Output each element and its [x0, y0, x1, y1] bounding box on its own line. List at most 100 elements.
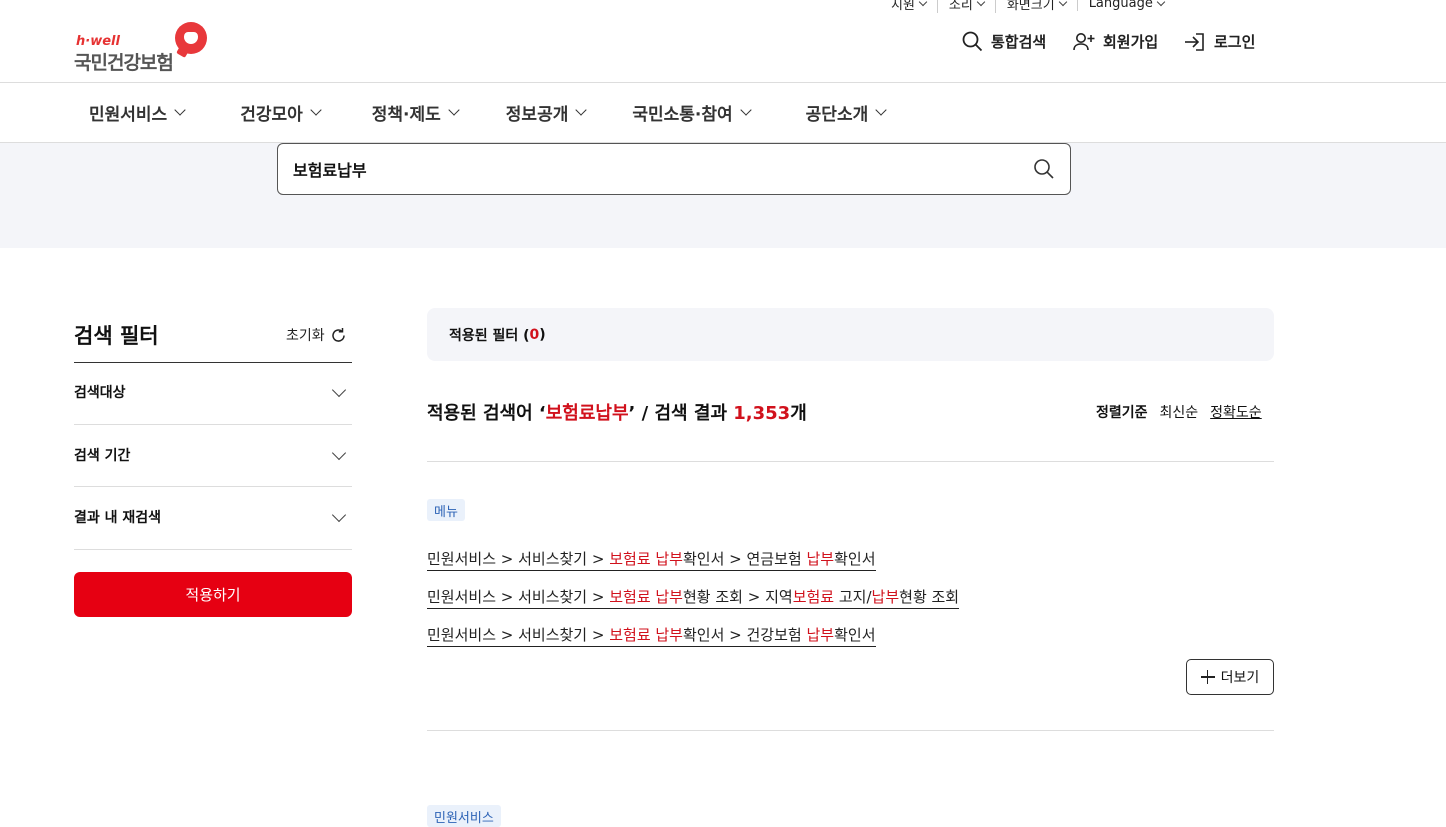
heart-icon — [175, 22, 207, 54]
category-tag-menu: 메뉴 — [427, 499, 465, 521]
utility-bar: 지원 소리 화면크기 Language — [880, 0, 1175, 13]
path-text: 현황 조회 — [899, 588, 960, 606]
utility-sound[interactable]: 소리 — [936, 0, 995, 13]
filter-section-research[interactable]: 결과 내 재검색 — [74, 507, 352, 527]
more-button[interactable]: 더보기 — [1186, 659, 1274, 695]
utility-sound-label: 소리 — [948, 0, 973, 13]
path-highlight: 납부 — [806, 626, 835, 644]
sort-accuracy[interactable]: 정확도순 — [1210, 402, 1262, 422]
chevron-down-icon — [875, 103, 887, 116]
path-text: 민원서비스 > 서비스찾기 > — [427, 626, 610, 644]
filter-section-label: 검색 기간 — [74, 448, 131, 464]
apply-filter-button[interactable]: 적용하기 — [74, 572, 352, 617]
path-text: 민원서비스 > 서비스찾기 > — [427, 550, 610, 568]
summary-middle: ’ / 검색 결과 — [628, 403, 734, 424]
main-navigation: 민원서비스 건강모아 정책·제도 정보공개 국민소통·참여 공단소개 — [89, 97, 941, 127]
search-input[interactable] — [293, 159, 1033, 179]
logo-name: 국민건강보험 — [74, 52, 174, 74]
path-text: 확인서 > 연금보험 — [683, 550, 807, 568]
nav-item-info[interactable]: 정보공개 — [505, 100, 588, 125]
header-divider — [0, 82, 1446, 83]
chevron-down-icon — [1156, 0, 1166, 6]
login-button[interactable]: 로그인 — [1184, 31, 1255, 52]
results-divider — [427, 730, 1274, 731]
nav-item-health[interactable]: 건강모아 — [240, 100, 322, 125]
summary-prefix: 적용된 검색어 ‘ — [427, 403, 546, 424]
integrated-search-button[interactable]: 통합검색 — [962, 31, 1046, 52]
chevron-down-icon — [448, 103, 460, 116]
search-box — [277, 143, 1071, 195]
path-text: 현황 조회 > 지역 — [683, 588, 793, 606]
chevron-down-icon — [174, 103, 186, 116]
nav-item-about[interactable]: 공단소개 — [805, 100, 887, 125]
path-highlight: 납부 — [871, 588, 900, 606]
utility-support[interactable]: 지원 — [880, 0, 937, 13]
path-highlight: 보험료 납부 — [609, 626, 683, 644]
chevron-down-icon — [918, 0, 928, 6]
result-link[interactable]: 민원서비스 > 서비스찾기 > 보험료 납부현황 조회 > 지역보험료 고지/납… — [427, 586, 960, 609]
nav-item-civil-service[interactable]: 민원서비스 — [89, 100, 186, 125]
filter-divider — [74, 424, 352, 425]
applied-filter-label: 적용된 필터 ( — [449, 327, 530, 344]
signup-button[interactable]: 회원가입 — [1073, 31, 1158, 52]
utility-screen-size[interactable]: 화면크기 — [994, 0, 1077, 13]
chevron-down-icon — [331, 382, 347, 398]
nav-item-label: 공단소개 — [805, 104, 869, 125]
summary-suffix: 개 — [790, 403, 807, 424]
utility-language-label: Language — [1088, 0, 1153, 11]
path-highlight: 보험료 납부 — [609, 550, 683, 568]
filter-section-label: 검색대상 — [74, 385, 126, 401]
applied-filters: 적용된 필터 (0) — [427, 308, 1274, 361]
more-label: 더보기 — [1220, 670, 1260, 686]
plus-icon — [1200, 670, 1215, 684]
logo-brand: h·well — [76, 34, 120, 49]
chevron-down-icon — [1058, 0, 1067, 6]
search-summary: 적용된 검색어 ‘보험료납부’ / 검색 결과 1,353개 — [427, 399, 807, 425]
path-text: 고지/ — [834, 588, 872, 606]
refresh-icon — [331, 327, 345, 342]
path-highlight: 보험료 — [792, 588, 835, 606]
chevron-down-icon — [575, 103, 588, 116]
sort-latest[interactable]: 최신순 — [1160, 402, 1199, 422]
summary-count: 1,353 — [733, 403, 791, 424]
filter-reset-label: 초기화 — [286, 328, 325, 344]
chevron-down-icon — [976, 0, 986, 6]
summary-keyword: 보험료납부 — [545, 403, 629, 424]
filter-divider — [74, 549, 352, 550]
filter-divider — [74, 486, 352, 487]
path-text: 민원서비스 > 서비스찾기 > — [427, 588, 610, 606]
nav-item-label: 건강모아 — [240, 104, 303, 125]
nav-item-label: 정보공개 — [505, 104, 569, 125]
chevron-down-icon — [740, 103, 752, 116]
applied-filter-count: 0 — [529, 326, 540, 343]
filter-reset-button[interactable]: 초기화 — [286, 325, 347, 345]
user-plus-icon — [1073, 32, 1095, 50]
nav-item-label: 정책·제도 — [371, 104, 441, 125]
filter-section-label: 결과 내 재검색 — [74, 510, 162, 526]
integrated-search-label: 통합검색 — [991, 33, 1047, 51]
path-text: 확인서 > 건강보험 — [683, 626, 807, 644]
utility-screen-size-label: 화면크기 — [1006, 0, 1055, 13]
result-link[interactable]: 민원서비스 > 서비스찾기 > 보험료 납부확인서 > 연금보험 납부확인서 — [427, 548, 876, 571]
path-highlight: 납부 — [806, 550, 835, 568]
path-text: 확인서 — [834, 550, 876, 568]
nav-item-policy[interactable]: 정책·제도 — [371, 100, 460, 125]
path-highlight: 보험료 납부 — [609, 588, 683, 606]
sort-options: 정렬기준 최신순 정확도순 — [1096, 402, 1262, 422]
chevron-down-icon — [310, 103, 322, 116]
chevron-down-icon — [331, 507, 347, 523]
sort-label: 정렬기준 — [1096, 405, 1148, 421]
utility-language[interactable]: Language — [1076, 0, 1175, 11]
search-icon[interactable] — [1033, 158, 1055, 180]
filter-title: 검색 필터 — [74, 324, 159, 348]
results-divider — [427, 461, 1274, 462]
logo[interactable]: h·well 국민건강보험 — [74, 22, 214, 74]
nav-item-participation[interactable]: 국민소통·참여 — [632, 100, 752, 125]
login-icon — [1185, 32, 1204, 51]
result-link[interactable]: 민원서비스 > 서비스찾기 > 보험료 납부확인서 > 건강보험 납부확인서 — [427, 624, 876, 647]
filter-divider — [74, 362, 352, 363]
filter-section-target[interactable]: 검색대상 — [74, 382, 352, 402]
chevron-down-icon — [331, 445, 347, 461]
filter-section-period[interactable]: 검색 기간 — [74, 445, 352, 465]
category-tag-civil-service: 민원서비스 — [427, 805, 501, 827]
